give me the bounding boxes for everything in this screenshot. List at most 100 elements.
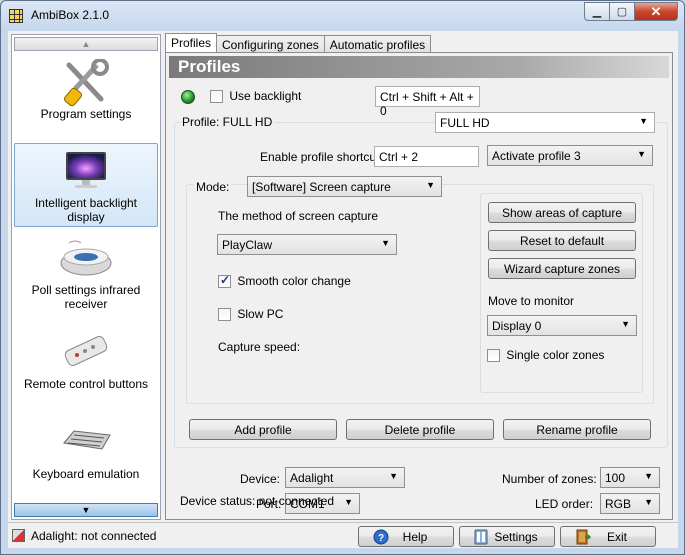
capture-method-select[interactable]: PlayClaw ▼	[217, 234, 397, 255]
sidebar-scroll-up-button[interactable]: ▲	[14, 37, 158, 51]
device-select-value: Adalight	[290, 471, 334, 485]
profiles-panel: Profiles Use backlight Ctrl + Shift + Al…	[165, 52, 673, 520]
device-select[interactable]: Adalight ▼	[285, 467, 405, 488]
help-icon: ?	[373, 529, 389, 545]
wizard-zones-button[interactable]: Wizard capture zones	[488, 258, 636, 279]
chevron-down-icon: ▼	[644, 471, 653, 481]
exit-door-icon	[576, 529, 591, 545]
status-text: Adalight: not connected	[31, 529, 157, 543]
sidebar-item-ir-receiver[interactable]: Poll settings infrared receiver	[14, 233, 158, 317]
profile-group-label: Profile: FULL HD	[180, 115, 275, 129]
capture-speed-label: Capture speed:	[218, 340, 301, 354]
settings-button[interactable]: Settings	[459, 526, 555, 547]
profile-select-value: FULL HD	[440, 116, 490, 130]
activate-profile-select[interactable]: Activate profile 3 ▼	[487, 145, 653, 166]
sidebar-item-label: Program settings	[40, 107, 132, 121]
arrow-down-icon: ▼	[81, 505, 91, 515]
zones-select-value: 100	[605, 471, 626, 485]
checkbox-box[interactable]	[218, 273, 231, 289]
profile-select[interactable]: FULL HD ▼	[435, 112, 655, 133]
device-status-text: Device status: not connected	[180, 494, 335, 508]
keyboard-icon	[63, 430, 111, 450]
close-button[interactable]: ✕	[635, 2, 678, 21]
sidebar-item-label: Remote control buttons	[23, 377, 149, 391]
chevron-down-icon: ▼	[621, 319, 630, 329]
status-led-icon	[181, 90, 195, 104]
capture-method-value: PlayClaw	[222, 238, 273, 252]
app-window: AmbiBox 2.1.0 ▁ ▢ ✕ ▲ Program settings I…	[0, 0, 685, 555]
zones-select[interactable]: 100 ▼	[600, 467, 660, 488]
sidebar-item-label: Intelligent backlight display	[34, 196, 138, 224]
status-bar: Adalight: not connected ? Help Settings	[8, 522, 678, 548]
checkbox-box[interactable]	[210, 90, 223, 104]
show-areas-button[interactable]: Show areas of capture	[488, 202, 636, 223]
help-button[interactable]: ? Help	[358, 526, 454, 547]
checkbox-box[interactable]	[487, 349, 500, 363]
tab-profiles[interactable]: Profiles	[165, 33, 218, 53]
mode-select[interactable]: [Software] Screen capture ▼	[247, 176, 442, 197]
slow-pc-checkbox[interactable]: Slow PC	[218, 307, 284, 322]
sidebar-item-label: Keyboard emulation	[32, 467, 140, 481]
activate-profile-value: Activate profile 3	[492, 149, 581, 163]
svg-text:?: ?	[378, 533, 384, 544]
title-bar[interactable]: AmbiBox 2.1.0 ▁ ▢ ✕	[1, 1, 684, 31]
chevron-down-icon: ▼	[639, 116, 648, 126]
tab-automatic-profiles[interactable]: Automatic profiles	[323, 35, 432, 53]
chevron-down-icon: ▼	[644, 497, 653, 507]
device-label: Device:	[240, 472, 281, 486]
tab-bar: Profiles Configuring zones Automatic pro…	[165, 33, 432, 53]
capture-options-group	[480, 193, 643, 393]
chevron-down-icon: ▼	[381, 238, 390, 248]
minimize-button[interactable]: ▁	[584, 2, 610, 21]
add-profile-button[interactable]: Add profile	[189, 419, 337, 440]
use-backlight-checkbox[interactable]: Use backlight	[210, 89, 302, 104]
exit-button[interactable]: Exit	[560, 526, 656, 547]
use-backlight-label: Use backlight	[229, 89, 302, 103]
client-area: ▲ Program settings Intelligent backlight…	[8, 31, 678, 548]
led-order-select-value: RGB	[605, 497, 632, 511]
smooth-color-checkbox[interactable]: Smooth color change	[218, 273, 351, 289]
chevron-down-icon: ▼	[637, 149, 646, 159]
reset-default-button[interactable]: Reset to default	[488, 230, 636, 251]
chevron-down-icon: ▼	[426, 180, 435, 190]
sidebar: ▲ Program settings Intelligent backlight…	[11, 34, 161, 520]
ir-receiver-icon	[60, 240, 112, 276]
capture-method-label: The method of screen capture	[218, 209, 379, 223]
sidebar-item-intelligent-backlight[interactable]: Intelligent backlight display	[14, 143, 158, 227]
backlight-shortcut-field[interactable]: Ctrl + Shift + Alt + 0	[375, 86, 480, 118]
checkbox-box[interactable]	[218, 308, 231, 322]
single-color-checkbox[interactable]: Single color zones	[487, 348, 605, 363]
move-monitor-label: Move to monitor	[488, 294, 575, 308]
delete-profile-button[interactable]: Delete profile	[346, 419, 494, 440]
smooth-color-label: Smooth color change	[237, 274, 351, 288]
sidebar-item-program-settings[interactable]: Program settings	[14, 55, 158, 139]
monitor-select-value: Display 0	[492, 319, 542, 333]
settings-icon	[474, 529, 488, 545]
slow-pc-label: Slow PC	[237, 307, 284, 321]
maximize-icon: ▢	[616, 6, 628, 18]
led-order-select[interactable]: RGB ▼	[600, 493, 660, 514]
minimize-icon: ▁	[592, 6, 602, 18]
tab-configuring-zones[interactable]: Configuring zones	[216, 35, 325, 53]
monitor-icon	[66, 152, 106, 188]
enable-shortcut-label: Enable profile shortcut:	[260, 150, 383, 164]
exit-button-label: Exit	[606, 529, 627, 544]
close-icon: ✕	[650, 3, 662, 19]
settings-button-label: Settings	[494, 529, 538, 544]
sidebar-item-remote-control[interactable]: Remote control buttons	[14, 325, 158, 409]
single-color-label: Single color zones	[506, 348, 605, 362]
arrow-up-icon: ▲	[81, 39, 91, 49]
window-title: AmbiBox 2.1.0	[31, 8, 110, 22]
zones-label: Number of zones:	[502, 472, 597, 486]
sidebar-scroll-down-button[interactable]: ▼	[14, 503, 158, 517]
mode-label: Mode:	[194, 180, 232, 194]
monitor-select[interactable]: Display 0 ▼	[487, 315, 637, 336]
chevron-down-icon: ▼	[389, 471, 398, 481]
section-header: Profiles	[169, 56, 669, 78]
remote-control-icon	[64, 336, 108, 366]
maximize-button[interactable]: ▢	[610, 2, 635, 21]
rename-profile-button[interactable]: Rename profile	[503, 419, 651, 440]
profile-shortcut-field[interactable]: Ctrl + 2	[374, 146, 479, 167]
chevron-down-icon: ▼	[344, 497, 353, 507]
sidebar-item-keyboard-emulation[interactable]: Keyboard emulation	[14, 415, 158, 499]
